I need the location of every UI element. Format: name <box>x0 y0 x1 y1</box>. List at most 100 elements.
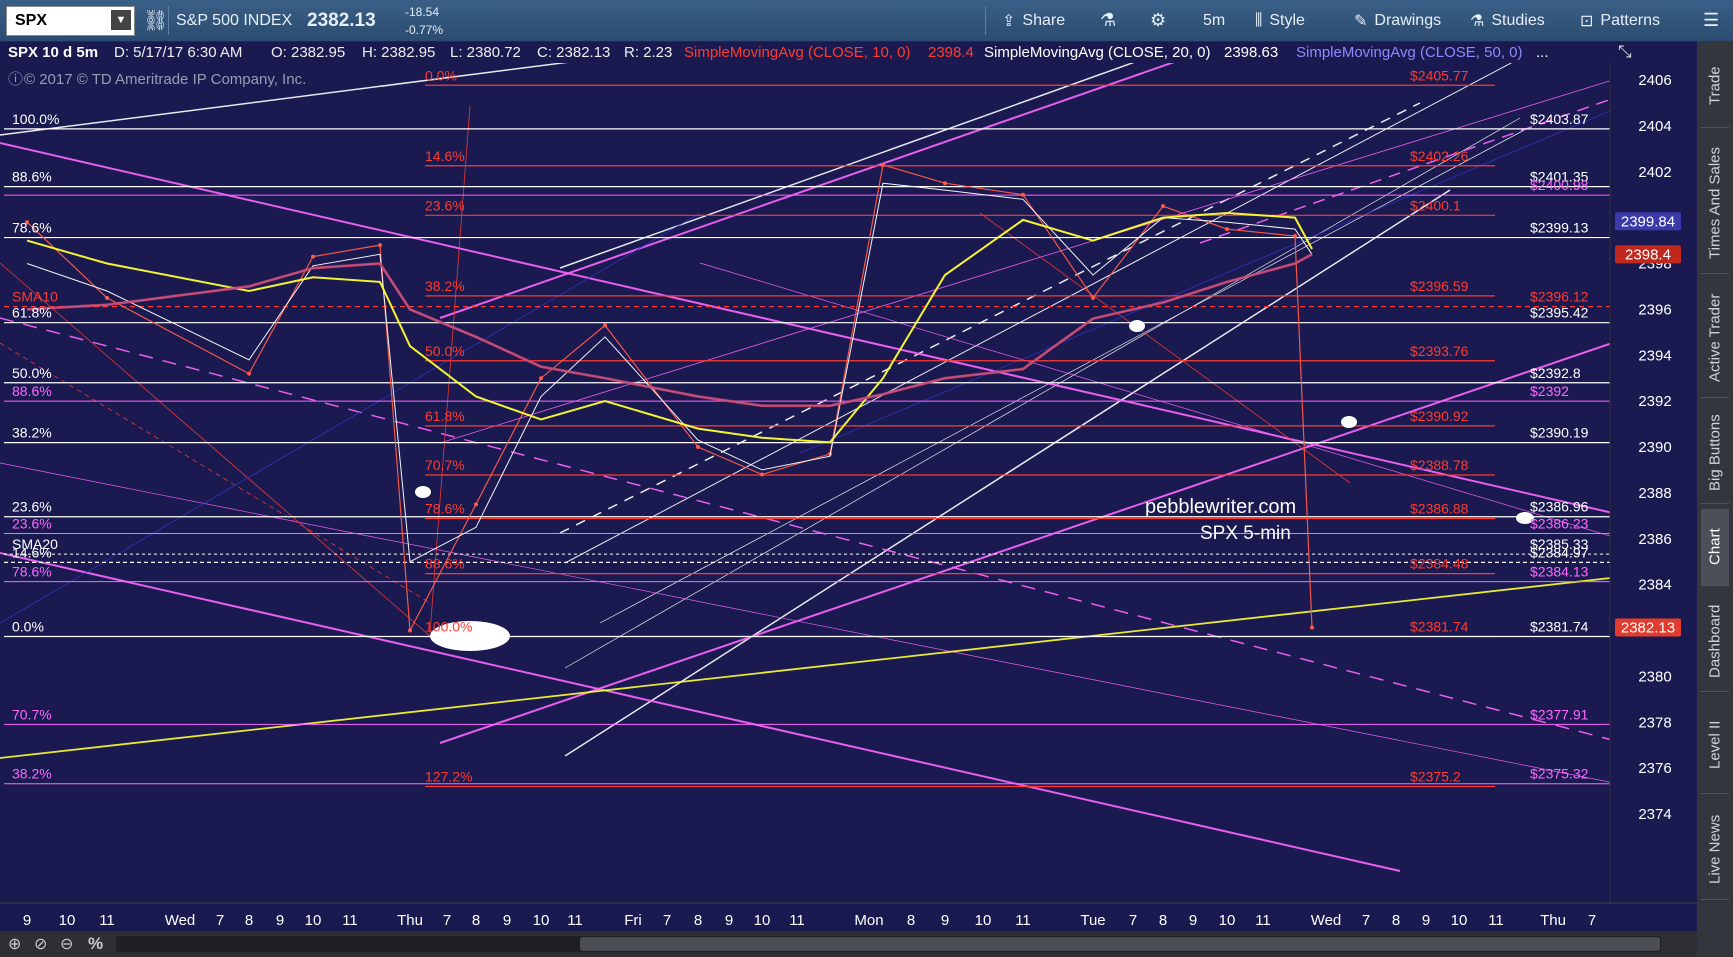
fib-level-value: $2393.76 <box>1410 343 1469 359</box>
time-tick-label: Wed <box>165 912 196 929</box>
panel-tab-times-and-sales[interactable]: Times And Sales <box>1701 133 1729 274</box>
time-tick-label: 11 <box>1255 912 1271 929</box>
white-level-value: $2392.8 <box>1530 365 1581 381</box>
time-tick-label: 8 <box>1392 912 1400 929</box>
time-tick-label: 10 <box>59 912 76 929</box>
price-point <box>105 295 109 300</box>
time-tick-label: 10 <box>305 912 322 929</box>
time-tick-label: 9 <box>725 912 733 929</box>
drawings-label: Drawings <box>1374 11 1442 29</box>
time-tick-label: 9 <box>23 912 31 929</box>
panel-tab-active-trader[interactable]: Active Trader <box>1701 279 1729 398</box>
sma10-value: 2398.4 <box>928 44 974 61</box>
zoom-in-icon[interactable]: ⊕ <box>8 934 21 954</box>
price-tick-label: 2384 <box>1638 577 1671 594</box>
time-tick-label: 8 <box>694 912 702 929</box>
price-point <box>696 445 700 449</box>
fib-level-pct: 70.7% <box>425 457 465 473</box>
flask-icon: ⚗ <box>1470 12 1485 30</box>
sma10-label[interactable]: SimpleMovingAvg (CLOSE, 10, 0) <box>684 44 911 61</box>
horizontal-scrollbar[interactable] <box>116 936 1661 952</box>
magenta-level-value: $2392 <box>1530 383 1569 399</box>
link-icon[interactable]: ⛓ <box>143 0 168 41</box>
share-button[interactable]: ⇪ Share <box>1002 0 1065 41</box>
white-level-pct: 38.2% <box>12 425 52 441</box>
period-label: SPX 10 d 5m <box>8 44 99 61</box>
price-point <box>408 628 412 633</box>
close-label: C: 2382.13 <box>537 44 611 61</box>
time-tick-label: 7 <box>1362 912 1370 929</box>
share-icon: ⇪ <box>1002 12 1016 30</box>
white-level-value: $2390.19 <box>1530 425 1589 441</box>
right-side-panel: Trade Times And Sales Active Trader Big But… <box>1697 41 1733 957</box>
fib-level-pct: 23.6% <box>425 197 465 213</box>
white-level-value: $2399.13 <box>1530 220 1589 236</box>
patterns-icon: ⊡ <box>1580 12 1594 30</box>
timeframe-button[interactable]: 5m <box>1203 0 1225 41</box>
panel-tab-chart[interactable]: Chart <box>1701 509 1729 586</box>
panel-tab-big-buttons[interactable]: Big Buttons <box>1701 403 1729 504</box>
price-chart[interactable]: 0.0% $2405.77 14.6% $2402.26 23.6% $2400.1 38.… <box>0 63 1697 931</box>
fib-level-pct: 100.0% <box>425 618 472 634</box>
time-tick-label: 7 <box>663 912 671 929</box>
gear-icon[interactable]: ⚙ <box>1150 0 1166 41</box>
fib-level-value: $2390.92 <box>1410 408 1469 424</box>
price-point <box>247 371 251 376</box>
magenta-level-value: $2400.98 <box>1530 177 1589 193</box>
scrollbar-thumb[interactable] <box>580 937 1660 951</box>
collapse-icon[interactable]: ⤡ <box>1618 42 1632 62</box>
time-tick-label: 9 <box>276 912 284 929</box>
panel-tab-dashboard[interactable]: Dashboard <box>1701 591 1729 692</box>
white-level-pct: 50.0% <box>12 365 52 381</box>
magenta-level-pct: 70.7% <box>12 706 52 722</box>
flask-icon[interactable]: ⚗ <box>1100 0 1116 41</box>
fib-level-value: $2386.88 <box>1410 501 1469 517</box>
price-point <box>311 254 315 259</box>
magenta-level-value: $2375.32 <box>1530 766 1589 782</box>
marker-dot <box>1341 416 1357 428</box>
time-tick-label: Thu <box>1540 912 1566 929</box>
zoom-out-icon[interactable]: ⊖ <box>60 934 73 954</box>
sma50-label[interactable]: SimpleMovingAvg (CLOSE, 50, 0) <box>1296 44 1523 61</box>
fib-level-value: $2388.78 <box>1410 457 1469 473</box>
fib-level-value: $2375.2 <box>1410 768 1461 784</box>
time-tick-label: 11 <box>1488 912 1504 929</box>
menu-icon[interactable]: ☰ <box>1703 0 1719 41</box>
price-point <box>603 323 607 328</box>
magenta-level-value: $2384.13 <box>1530 564 1589 580</box>
more-ellipsis[interactable]: ... <box>1536 44 1549 61</box>
panel-tab-level-ii[interactable]: Level II <box>1701 697 1729 794</box>
sma20-label[interactable]: SimpleMovingAvg (CLOSE, 20, 0) <box>984 44 1211 61</box>
magenta-level-pct: 78.6% <box>12 564 52 580</box>
time-tick-label: 10 <box>975 912 992 929</box>
time-tick-label: 9 <box>503 912 511 929</box>
time-tick-label: Thu <box>397 912 423 929</box>
patterns-button[interactable]: ⊡ Patterns <box>1580 0 1660 41</box>
fib-level-value: $2402.26 <box>1410 148 1469 164</box>
zoom-fit-icon[interactable]: ⊘ <box>34 934 47 954</box>
price-tick-label: 2376 <box>1638 760 1671 777</box>
fib-level-pct: 14.6% <box>425 148 465 164</box>
symbol-input[interactable]: SPX ▼ <box>6 6 135 36</box>
fib-level-pct: 61.8% <box>425 408 465 424</box>
drawings-button[interactable]: ✎ Drawings <box>1354 0 1441 41</box>
time-tick-label: 10 <box>1451 912 1468 929</box>
pencil-icon: ✎ <box>1354 12 1368 30</box>
magenta-level-value: $2386.23 <box>1530 515 1589 531</box>
percent-scale-icon[interactable]: % <box>88 934 103 954</box>
time-tick-label: Wed <box>1311 912 1342 929</box>
fib-level-pct: 0.0% <box>425 67 457 83</box>
price-point <box>1091 295 1095 300</box>
time-tick-label: 10 <box>533 912 550 929</box>
chevron-down-icon[interactable]: ▼ <box>111 10 131 30</box>
panel-tab-trade[interactable]: Trade <box>1701 45 1729 128</box>
price-point <box>1310 625 1314 630</box>
style-button[interactable]: ⫼ Style <box>1255 0 1305 41</box>
divider <box>168 6 169 35</box>
price-tick-label: 2374 <box>1638 806 1671 823</box>
symbol-text: SPX <box>15 12 48 29</box>
time-tick-label: 11 <box>1015 912 1031 929</box>
panel-tab-live-news[interactable]: Live News <box>1701 799 1729 900</box>
studies-button[interactable]: ⚗ Studies <box>1470 0 1545 41</box>
watermark-site: pebblewriter.com <box>1145 496 1296 518</box>
